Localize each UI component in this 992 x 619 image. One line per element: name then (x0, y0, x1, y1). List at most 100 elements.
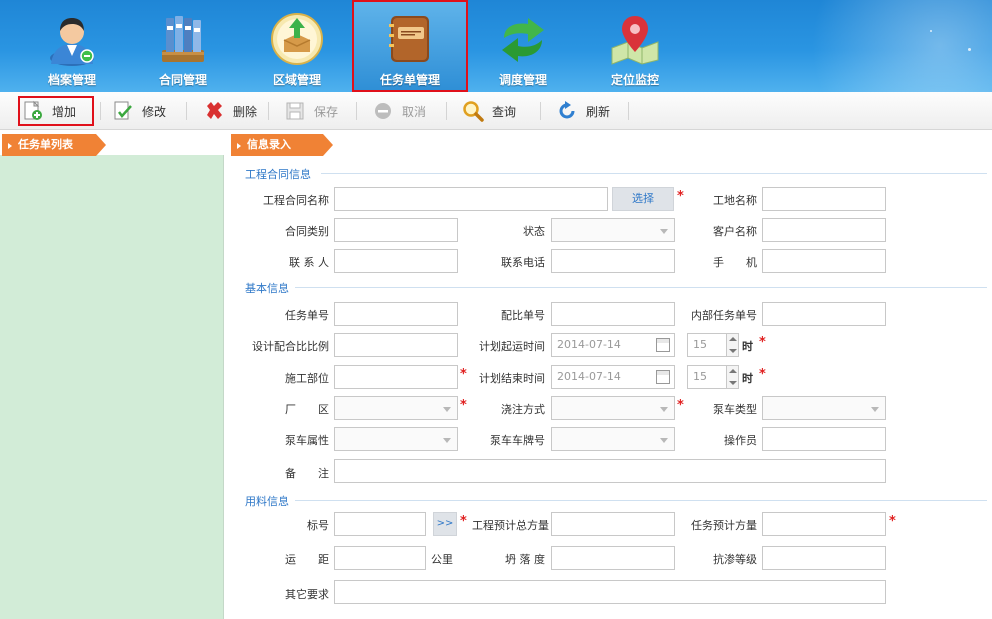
edit-document-icon (112, 100, 134, 122)
user-avatar-icon (45, 12, 99, 66)
operator-input[interactable] (762, 427, 886, 451)
edit-button[interactable]: 修改 (112, 96, 166, 126)
site-name-input[interactable] (762, 187, 886, 211)
search-icon (462, 100, 484, 122)
chevron-down-icon (660, 407, 668, 412)
label-customer-name: 客户名称 (713, 225, 757, 238)
cancel-minus-icon (372, 100, 394, 122)
section-divider (295, 287, 987, 288)
delete-button[interactable]: 删除 (203, 96, 257, 126)
query-button[interactable]: 查询 (462, 96, 516, 126)
label-plant-area: 厂 区 (285, 403, 329, 416)
internal-task-no-input[interactable] (762, 302, 886, 326)
info-entry-title: 信息录入 (231, 134, 333, 156)
mix-no-input[interactable] (551, 302, 675, 326)
label-project-contract-name: 工程合同名称 (263, 194, 329, 207)
pump-type-select[interactable] (762, 396, 886, 420)
nav-area[interactable]: 区域管理 (242, 0, 352, 92)
add-button-label: 增加 (52, 104, 77, 119)
contract-type-input[interactable] (334, 218, 458, 242)
customer-name-input[interactable] (762, 218, 886, 242)
mobile-input[interactable] (762, 249, 886, 273)
label-pump-type: 泵车类型 (713, 403, 757, 416)
chevron-down-icon (443, 407, 451, 412)
banner-sparkle (968, 48, 971, 51)
save-button-label: 保存 (314, 104, 339, 119)
label-grade: 标号 (307, 519, 329, 532)
save-button[interactable]: 保存 (284, 96, 338, 126)
pump-plate-select[interactable] (551, 427, 675, 451)
nav-dispatch[interactable]: 调度管理 (468, 0, 578, 92)
project-contract-name-input[interactable] (334, 187, 608, 211)
cancel-button[interactable]: 取消 (372, 96, 426, 126)
task-list-panel[interactable] (0, 131, 224, 619)
plan-start-date-input[interactable]: 2014-07-14 (551, 333, 675, 357)
distance-input[interactable] (334, 546, 426, 570)
contact-input[interactable] (334, 249, 458, 273)
upload-box-icon (270, 12, 324, 66)
construction-part-input[interactable] (334, 365, 458, 389)
label-contact-phone: 联系电话 (501, 256, 545, 269)
toolbar-divider (540, 102, 541, 120)
label-construction-part: 施工部位 (285, 372, 329, 385)
label-mix-no: 配比单号 (501, 309, 545, 322)
pour-method-select[interactable] (551, 396, 675, 420)
required-mark: * (759, 367, 766, 382)
toolbar-divider (628, 102, 629, 120)
refresh-button[interactable]: 刷新 (556, 96, 610, 126)
refresh-button-label: 刷新 (586, 104, 611, 119)
plan-start-hour-value: 15 (693, 338, 707, 351)
chevron-down-icon (443, 438, 451, 443)
total-volume-input[interactable] (551, 512, 675, 536)
km-unit: 公里 (431, 553, 453, 566)
required-mark: * (677, 189, 684, 204)
contact-phone-input[interactable] (551, 249, 675, 273)
label-plan-start-time: 计划起运时间 (479, 340, 545, 353)
task-volume-input[interactable] (762, 512, 886, 536)
label-total-volume: 工程预计总方量 (472, 519, 549, 532)
label-task-no: 任务单号 (285, 309, 329, 322)
label-contract-type: 合同类别 (285, 225, 329, 238)
choose-button[interactable]: 选择 (612, 187, 674, 211)
section-divider (295, 500, 987, 501)
nav-archive[interactable]: 档案管理 (17, 0, 127, 92)
save-disk-icon (284, 100, 306, 122)
plan-end-hour-stepper[interactable]: 15 (687, 365, 739, 389)
label-contact: 联 系 人 (289, 256, 329, 269)
spinner-arrows-icon[interactable] (726, 334, 738, 356)
calendar-icon[interactable] (656, 370, 670, 384)
design-mix-ratio-input[interactable] (334, 333, 458, 357)
label-pump-attr: 泵车属性 (285, 434, 329, 447)
grade-input[interactable] (334, 512, 426, 536)
plan-end-date-input[interactable]: 2014-07-14 (551, 365, 675, 389)
label-plan-end-time: 计划结束时间 (479, 372, 545, 385)
nav-contract-label: 合同管理 (158, 73, 207, 87)
label-impermeability: 抗渗等级 (713, 553, 757, 566)
add-button[interactable]: 增加 (18, 96, 94, 126)
pump-attr-select[interactable] (334, 427, 458, 451)
query-button-label: 查询 (492, 104, 517, 119)
toolbar: 增加 修改 删除 保存 取消 查询 刷新 (0, 92, 992, 130)
label-pump-plate: 泵车车牌号 (490, 434, 545, 447)
delete-button-label: 删除 (233, 104, 258, 119)
impermeability-input[interactable] (762, 546, 886, 570)
hour-unit: 时 (742, 340, 753, 353)
other-requirements-input[interactable] (334, 580, 886, 604)
grade-select-button[interactable]: >> (433, 512, 457, 536)
toolbar-divider (446, 102, 447, 120)
spinner-arrows-icon[interactable] (726, 366, 738, 388)
green-arrow-icon (496, 12, 550, 66)
remark-input[interactable] (334, 459, 886, 483)
plan-end-date-value: 2014-07-14 (557, 370, 621, 383)
cancel-button-label: 取消 (402, 104, 427, 119)
calendar-icon[interactable] (656, 338, 670, 352)
status-select[interactable] (551, 218, 675, 242)
nav-task-order[interactable]: 任务单管理 (352, 0, 468, 92)
plan-start-date-value: 2014-07-14 (557, 338, 621, 351)
plant-area-select[interactable] (334, 396, 458, 420)
nav-contract[interactable]: 合同管理 (128, 0, 238, 92)
slump-input[interactable] (551, 546, 675, 570)
plan-start-hour-stepper[interactable]: 15 (687, 333, 739, 357)
task-no-input[interactable] (334, 302, 458, 326)
nav-location[interactable]: 定位监控 (580, 0, 690, 92)
